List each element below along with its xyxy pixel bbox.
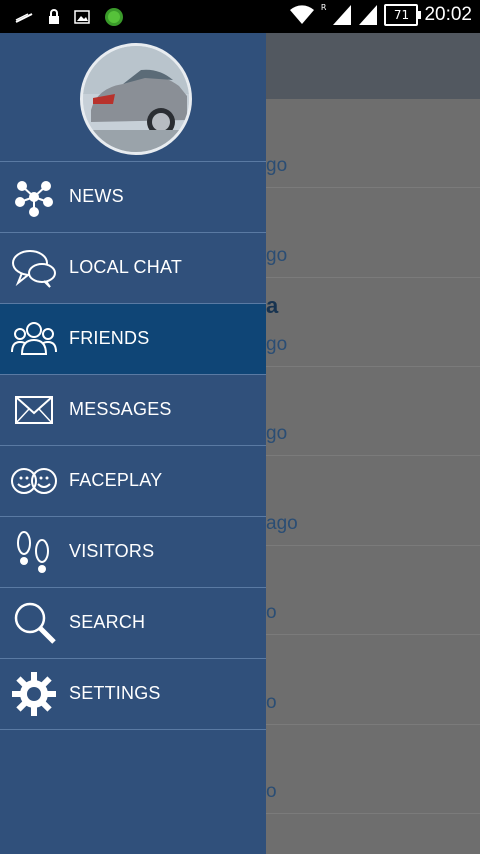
roaming-indicator: R	[320, 2, 327, 12]
background-row-text: o	[266, 602, 277, 623]
drawer-item-label: SETTINGS	[69, 683, 161, 703]
background-row-text: go	[266, 155, 288, 176]
friends-icon	[10, 316, 58, 362]
signal-icon	[333, 5, 352, 25]
drawer-item-label: LOCAL CHAT	[69, 257, 183, 277]
footprints-icon	[10, 529, 58, 575]
background-row-text: go	[266, 334, 288, 355]
background-row-text: ago	[266, 513, 298, 534]
background-name-fragment: a	[266, 293, 279, 318]
lock-icon	[49, 9, 59, 24]
background-row-text: go	[266, 423, 288, 444]
wifi-icon	[289, 5, 314, 24]
gear-icon	[10, 671, 58, 717]
envelope-icon	[10, 387, 58, 433]
avatar[interactable]	[80, 43, 192, 155]
drawer-item-search[interactable]: SEARCH	[0, 587, 266, 658]
navigation-drawer: NEWS LOCAL CHAT FRIENDS MESSAGES FACEPLA	[0, 33, 266, 854]
clock: 20:02	[424, 4, 472, 25]
drawer-item-messages[interactable]: MESSAGES	[0, 374, 266, 445]
drawer-item-label: MESSAGES	[69, 399, 172, 419]
background-row-text: o	[266, 781, 277, 802]
usb-icon	[15, 13, 33, 23]
background-list-row: ago	[266, 457, 480, 546]
drawer-item-label: FRIENDS	[69, 328, 150, 348]
background-list-row: go	[266, 189, 480, 278]
app-notification-icon	[105, 8, 123, 26]
background-list-row: go	[266, 99, 480, 188]
drawer-item-label: VISITORS	[69, 541, 155, 561]
background-row-text: o	[266, 692, 277, 713]
chat-bubbles-icon	[10, 245, 58, 291]
drawer-item-settings[interactable]: SETTINGS	[0, 658, 266, 730]
drawer-item-label: NEWS	[69, 186, 124, 206]
status-bar: R 71 20:02	[0, 0, 480, 33]
background-row-text: go	[266, 245, 288, 266]
drawer-item-news[interactable]: NEWS	[0, 161, 266, 232]
drawer-item-local-chat[interactable]: LOCAL CHAT	[0, 232, 266, 303]
background-list-row: o	[266, 725, 480, 814]
background-list-row: o	[266, 546, 480, 635]
background-list-row: go	[266, 367, 480, 456]
drawer-item-label: FACEPLAY	[69, 470, 163, 490]
drawer-item-label: SEARCH	[69, 612, 146, 632]
drawer-item-friends[interactable]: FRIENDS	[0, 303, 266, 374]
background-list-row: o	[266, 636, 480, 725]
faceplay-icon	[10, 458, 58, 504]
news-network-icon	[10, 174, 58, 220]
drawer-menu: NEWS LOCAL CHAT FRIENDS MESSAGES FACEPLA	[0, 161, 266, 730]
drawer-item-visitors[interactable]: VISITORS	[0, 516, 266, 587]
search-icon	[10, 600, 58, 646]
image-icon	[74, 10, 90, 24]
drawer-item-faceplay[interactable]: FACEPLAY	[0, 445, 266, 516]
signal-icon-2	[359, 5, 378, 25]
background-list-row: go	[266, 278, 480, 367]
battery-indicator: 71	[384, 4, 422, 26]
